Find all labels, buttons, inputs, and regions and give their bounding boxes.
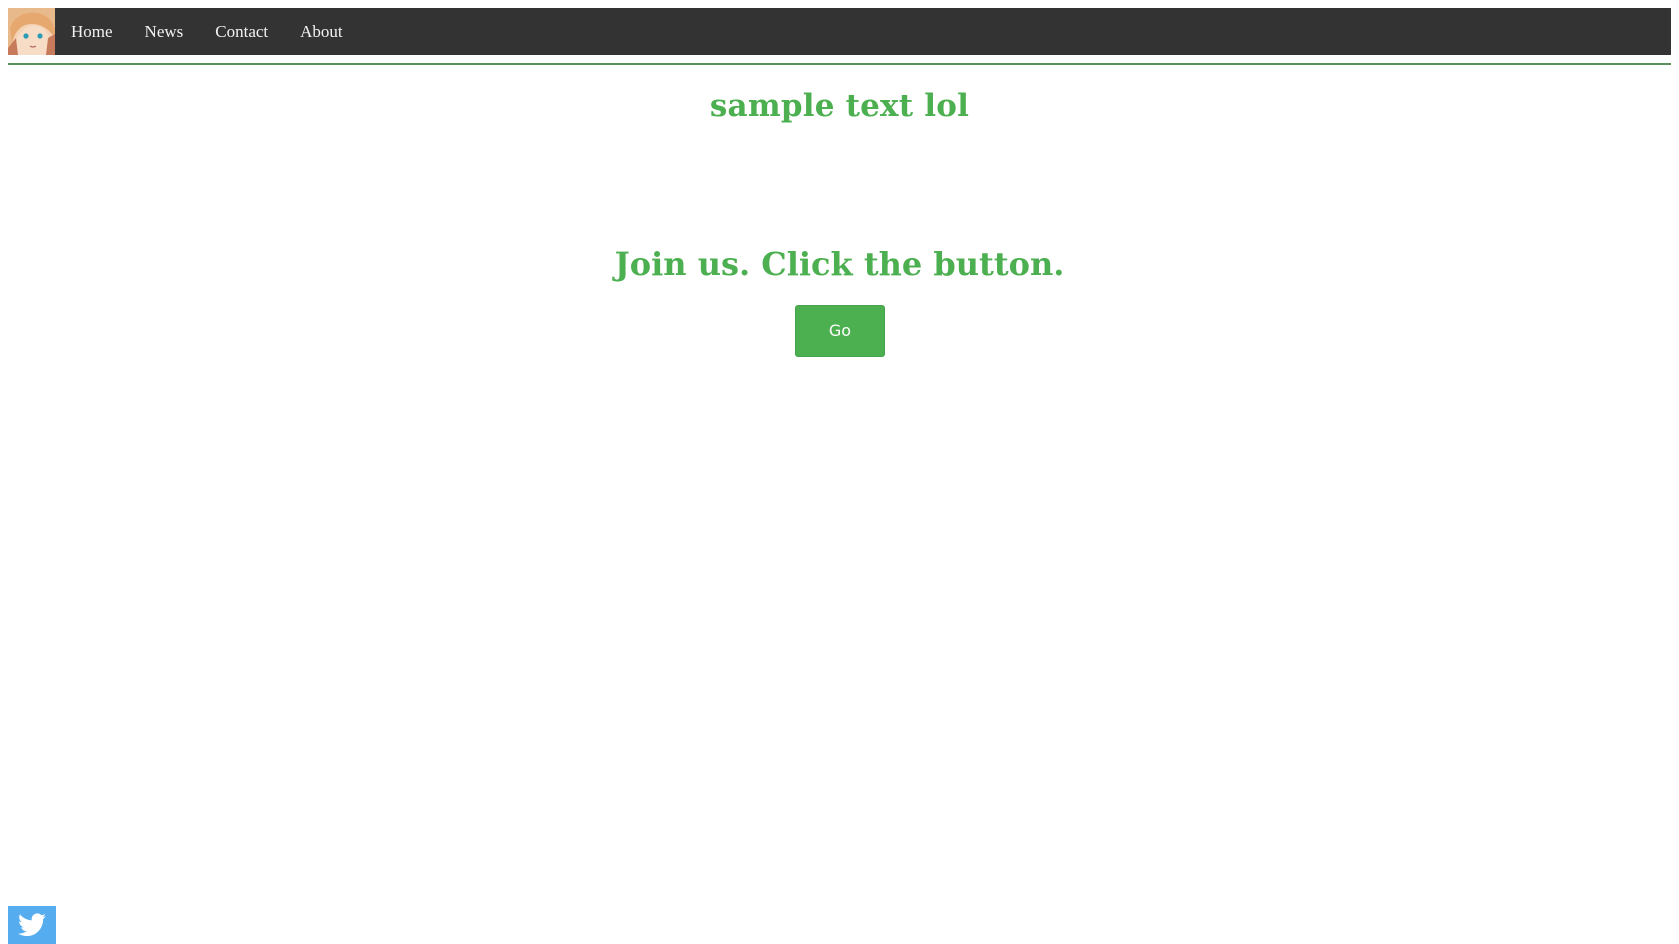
page: Home News Contact About sample text lol … bbox=[0, 0, 1679, 944]
nav-link-home[interactable]: Home bbox=[55, 8, 129, 55]
nav-link-news[interactable]: News bbox=[129, 8, 200, 55]
page-title: sample text lol bbox=[709, 88, 970, 124]
go-button[interactable]: Go bbox=[795, 305, 885, 357]
header-divider bbox=[8, 63, 1671, 65]
twitter-icon[interactable] bbox=[8, 906, 56, 944]
logo-avatar-icon[interactable] bbox=[8, 8, 55, 55]
nav-link-about[interactable]: About bbox=[284, 8, 359, 55]
nav-link-contact[interactable]: Contact bbox=[199, 8, 284, 55]
top-navigation-bar: Home News Contact About bbox=[8, 8, 1671, 55]
cta-heading: Join us. Click the button. bbox=[614, 245, 1065, 283]
